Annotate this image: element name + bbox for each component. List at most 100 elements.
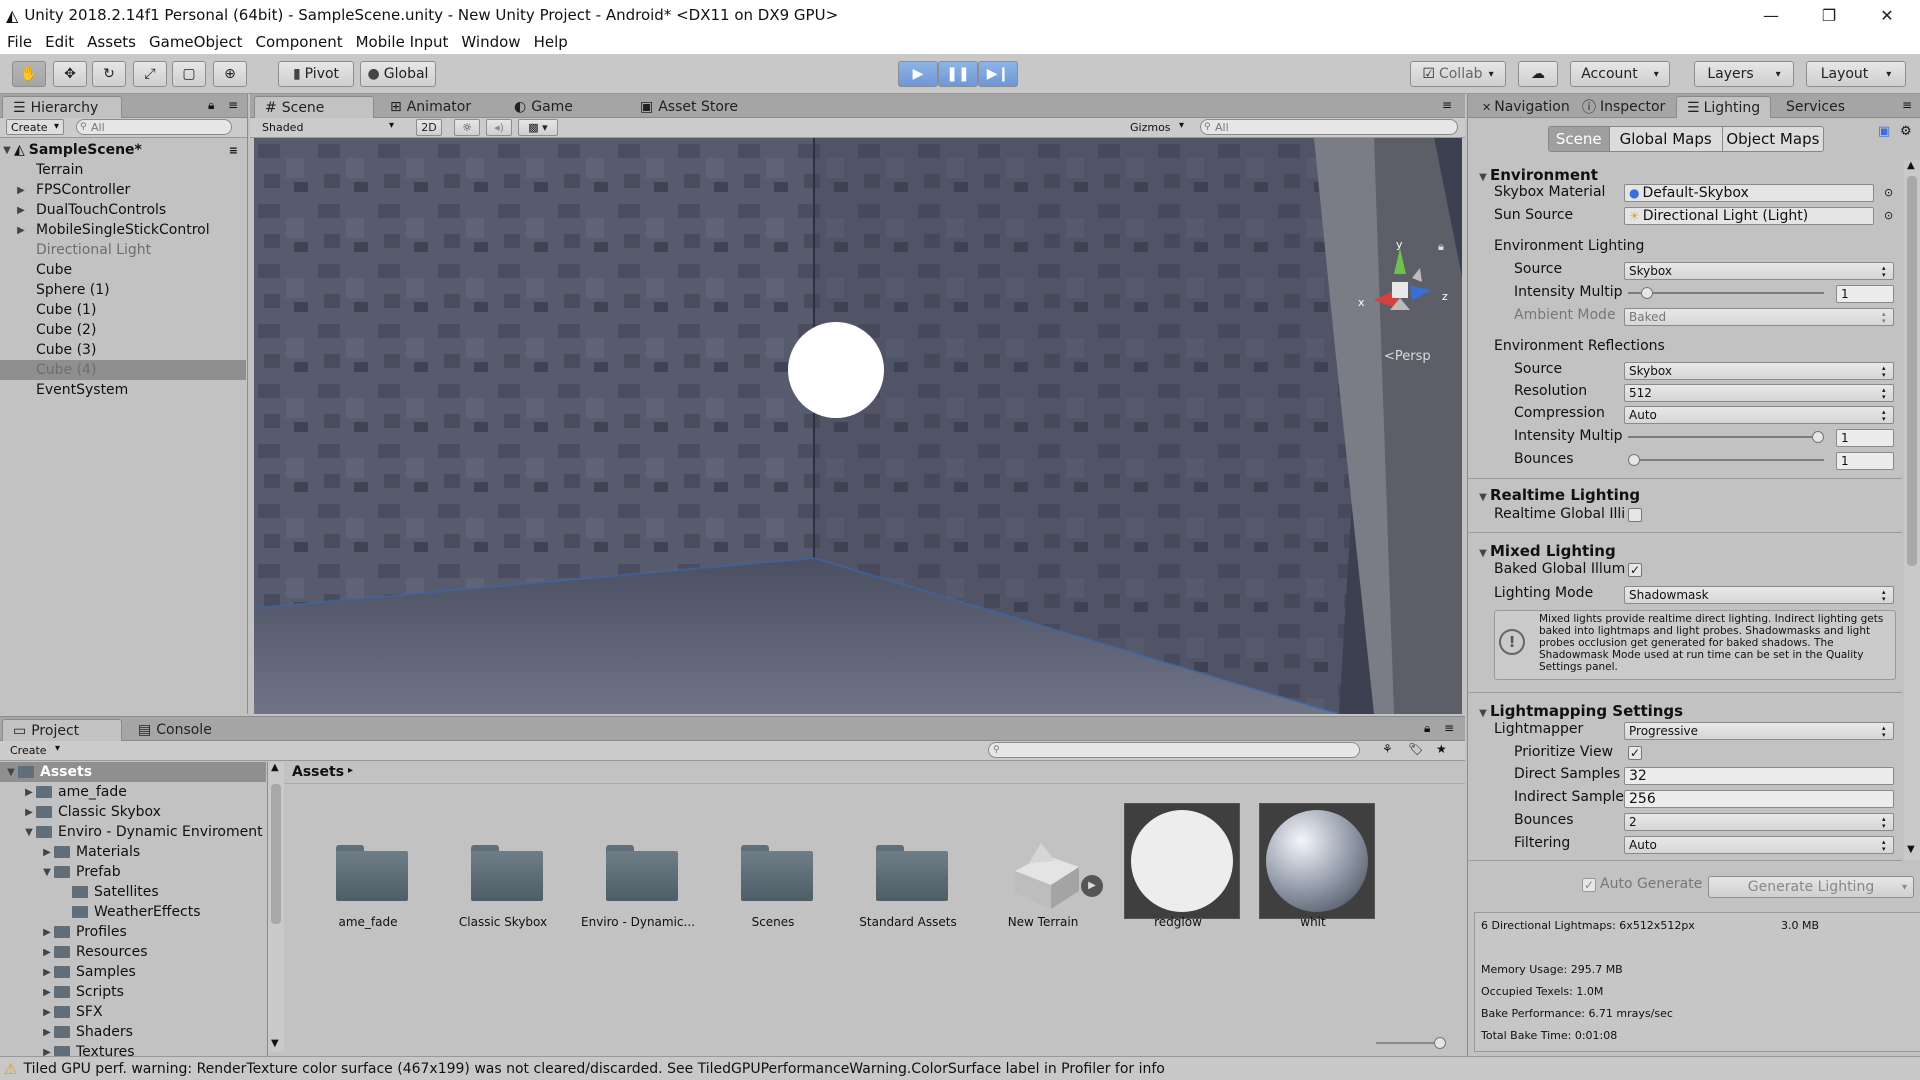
project-tree-item[interactable]: ▶ SFX [0,1002,266,1022]
project-tree-item[interactable]: ▶ Resources [0,942,266,962]
expand-arrow-icon[interactable]: ▶ [22,807,36,818]
minimize-button[interactable]: — [1742,0,1800,30]
lighting-mode-select[interactable]: Shadowmask [1624,586,1894,604]
scene-menu-icon[interactable]: ≡ [229,144,238,157]
global-button[interactable]: ● Global [360,61,436,87]
asset-item[interactable]: Standard Assets [848,803,968,933]
subtab-global-maps[interactable]: Global Maps [1608,127,1722,151]
tab-services[interactable]: Services [1776,96,1855,118]
shading-mode-dropdown[interactable]: Shaded [258,119,398,135]
scroll-up-icon[interactable]: ▲ [271,762,279,773]
hierarchy-item[interactable]: Cube (4) [0,360,246,380]
skybox-material-field[interactable]: ● Default-Skybox [1624,184,1874,202]
scroll-down-icon[interactable]: ▼ [271,1038,279,1049]
realtime-gi-checkbox[interactable] [1628,508,1642,522]
refl-bounces-slider[interactable] [1624,449,1828,471]
expand-arrow-icon[interactable]: ▶ [22,787,36,798]
project-tree-item[interactable]: Satellites [0,882,266,902]
realtime-lighting-header[interactable]: ▼ Realtime Lighting [1476,486,1640,504]
layout-dropdown[interactable]: Layout ▾ [1806,61,1906,87]
project-tree-item[interactable]: ▶ Scripts [0,982,266,1002]
lighting-toggle-icon[interactable]: ☼ [454,119,480,136]
project-create-dropdown[interactable]: Create [6,742,64,758]
expand-arrow-icon[interactable]: ▶ [40,1027,54,1038]
tab-scene[interactable]: # Scene [254,96,374,118]
indirect-samples-field[interactable]: 256 [1624,790,1894,808]
pivot-button[interactable]: ▮ Pivot [278,61,354,87]
hierarchy-search-input[interactable]: ⚲ All [76,119,232,135]
project-tree-item[interactable]: ▶ Materials [0,842,266,862]
pause-icon[interactable]: ❚❚ [938,61,978,87]
expand-arrow-icon[interactable]: ▶ [14,205,28,216]
tab-lighting[interactable]: ☰ Lighting [1676,96,1772,118]
asset-item[interactable]: Scenes [713,803,833,933]
subtab-object-maps[interactable]: Object Maps [1721,127,1823,151]
tab-project[interactable]: ▭ Project [2,719,122,741]
hierarchy-item[interactable]: Directional Light [0,240,246,260]
project-tree-item[interactable]: ▼ Prefab [0,862,266,882]
sun-source-field[interactable]: ☀ Directional Light (Light) [1624,207,1874,225]
asset-item[interactable]: whit [1253,803,1375,933]
hierarchy-item[interactable]: Terrain [0,160,246,180]
asset-item[interactable]: Classic Skybox [443,803,563,933]
hierarchy-item[interactable]: Cube [0,260,246,280]
direct-samples-field[interactable]: 32 [1624,767,1894,785]
tab-animator[interactable]: ⊞ Animator [380,96,481,118]
hierarchy-item[interactable]: Sphere (1) [0,280,246,300]
panel-menu-icon[interactable]: ≡ [1902,98,1912,112]
lighting-scrollbar[interactable]: ▲ ▼ [1904,160,1920,860]
tab-console[interactable]: ▤ Console [128,719,222,741]
gizmo-lock-icon[interactable]: 🔒︎ [1438,240,1444,254]
filter-type-icon[interactable]: ⚘ [1382,742,1393,756]
project-tree-item[interactable]: ▼ Assets [0,762,266,782]
expand-arrow-icon[interactable]: ▶ [14,185,28,196]
account-dropdown[interactable]: Account ▾ [1570,61,1670,87]
menu-file[interactable]: File [7,33,32,51]
scene-viewport[interactable] [254,138,1462,714]
toggle-2d-button[interactable]: 2D [416,119,442,136]
resolution-select[interactable]: 512 [1624,384,1894,402]
project-tree-item[interactable]: ▶ ame_fade [0,782,266,802]
compression-select[interactable]: Auto [1624,406,1894,424]
filtering-select[interactable]: Auto [1624,836,1894,854]
transform-tool-icon[interactable]: ⊕ [213,61,247,87]
env-intensity-field[interactable]: 1 [1836,285,1894,303]
expand-arrow-icon[interactable]: ▼ [0,145,14,156]
scene-menu-icon[interactable]: ≡ [1442,98,1452,112]
expand-arrow-icon[interactable]: ▶ [40,1007,54,1018]
lighting-scroll-thumb[interactable] [1907,176,1917,566]
subtab-scene[interactable]: Scene [1549,127,1609,151]
refl-source-select[interactable]: Skybox [1624,362,1894,380]
scale-tool-icon[interactable]: ⤢ [133,61,167,87]
layers-dropdown[interactable]: Layers ▾ [1694,61,1794,87]
expand-arrow-icon[interactable]: ▶ [40,927,54,938]
rect-tool-icon[interactable]: ▢ [172,61,206,87]
baked-gi-checkbox[interactable]: ✓ [1628,563,1642,577]
scene-search-input[interactable]: ⚲ All [1200,119,1458,135]
asset-item[interactable]: Enviro - Dynamic... [578,803,698,933]
environment-header[interactable]: ▼ Environment [1476,166,1598,184]
tree-scroll-thumb[interactable] [271,784,281,924]
panel-menu-icon[interactable]: ≡ [1444,721,1454,735]
filter-label-icon[interactable]: 🏷︎ [1408,742,1423,756]
asset-item[interactable]: ame_fade [308,803,428,933]
project-tree-item[interactable]: ▶ Samples [0,962,266,982]
expand-arrow-icon[interactable]: ▶ [14,225,28,236]
project-tree-item[interactable]: ▶ Classic Skybox [0,802,266,822]
expand-arrow-icon[interactable]: ▶ [40,987,54,998]
env-intensity-slider[interactable] [1624,282,1828,304]
project-tree-item[interactable]: ▶ Textures [0,1042,266,1057]
hierarchy-item[interactable]: Cube (1) [0,300,246,320]
asset-item[interactable]: redglow [1118,803,1240,933]
menu-window[interactable]: Window [461,33,520,51]
menu-assets[interactable]: Assets [87,33,136,51]
menu-help[interactable]: Help [534,33,568,51]
scene-root-row[interactable]: ▼ ◭ SampleScene* ≡ [0,140,246,160]
hierarchy-item[interactable]: EventSystem [0,380,246,400]
auto-generate-checkbox[interactable]: ✓ [1582,878,1596,892]
tab-game[interactable]: ◐ Game [504,96,583,118]
lightmapping-header[interactable]: ▼ Lightmapping Settings [1476,702,1683,720]
menu-component[interactable]: Component [256,33,343,51]
generate-lighting-button[interactable]: Generate Lighting ▾ [1708,876,1914,898]
expand-arrow-icon[interactable]: ▶ [40,847,54,858]
